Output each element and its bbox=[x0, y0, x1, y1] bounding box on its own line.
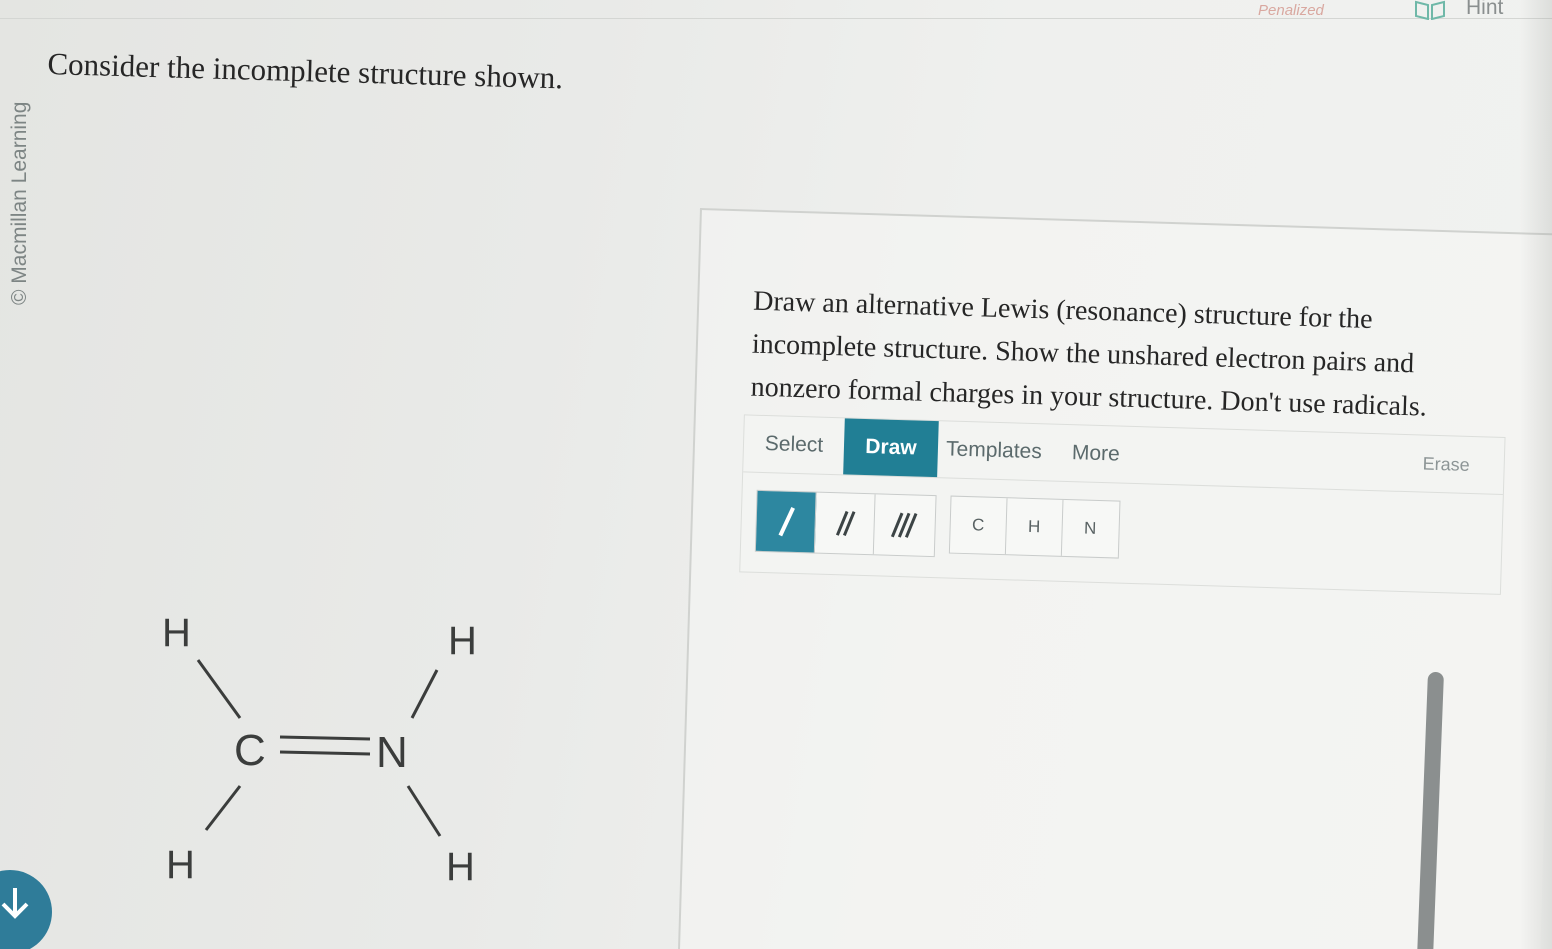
atom-h-button[interactable]: H bbox=[1005, 498, 1064, 556]
atom-h-bottom-right: H bbox=[446, 845, 475, 889]
incomplete-structure-diagram: H H C N H H bbox=[162, 611, 477, 889]
bond-n-h-top bbox=[410, 669, 439, 719]
question-text: Consider the incomplete structure shown. bbox=[47, 46, 564, 96]
screen-edge-shadow bbox=[1520, 0, 1552, 949]
download-button[interactable] bbox=[0, 870, 52, 949]
instructions-text: Draw an alternative Lewis (resonance) st… bbox=[750, 285, 1428, 423]
erase-button[interactable]: Erase bbox=[1422, 454, 1470, 476]
copyright-notice: © Macmillan Learning bbox=[8, 101, 31, 305]
tab-select[interactable]: Select bbox=[743, 415, 845, 474]
tab-draw[interactable]: Draw bbox=[843, 418, 939, 478]
triple-bond-button[interactable] bbox=[874, 494, 934, 556]
atom-n-button[interactable]: N bbox=[1062, 500, 1119, 558]
bond-h-c-top bbox=[196, 659, 242, 719]
bond-c-n-double-1 bbox=[279, 735, 371, 741]
bond-c-h-bottom bbox=[204, 785, 242, 831]
arrow-down-icon bbox=[1, 888, 29, 919]
atom-toolbar: C H N bbox=[948, 495, 1121, 559]
hint-button[interactable]: Hint bbox=[1466, 0, 1503, 20]
atom-h-top-left: H bbox=[162, 611, 191, 655]
double-bond-icon bbox=[835, 510, 856, 536]
hint-book-icon[interactable] bbox=[1414, 0, 1446, 20]
single-bond-icon bbox=[778, 507, 795, 537]
atom-carbon: C bbox=[234, 726, 266, 775]
page: Penalized Hint © Macmillan Learning Cons… bbox=[0, 0, 1552, 949]
atom-c-button[interactable]: C bbox=[949, 496, 1008, 555]
bond-n-h-bottom bbox=[406, 785, 442, 837]
double-bond-button[interactable] bbox=[814, 492, 876, 555]
structure-editor: Select Draw Templates More Erase C H N bbox=[739, 414, 1506, 595]
bond-toolbar bbox=[754, 489, 937, 558]
bond-c-n-double-2 bbox=[279, 750, 371, 756]
penalized-status: Penalized bbox=[1258, 2, 1324, 19]
triple-bond-icon bbox=[890, 512, 918, 538]
atom-nitrogen: N bbox=[376, 728, 408, 777]
atom-h-bottom-left: H bbox=[166, 843, 195, 887]
tab-templates[interactable]: Templates bbox=[937, 421, 1051, 480]
atom-h-top-right: H bbox=[448, 619, 477, 663]
single-bond-button[interactable] bbox=[755, 490, 817, 553]
tab-more[interactable]: More bbox=[1053, 425, 1139, 483]
